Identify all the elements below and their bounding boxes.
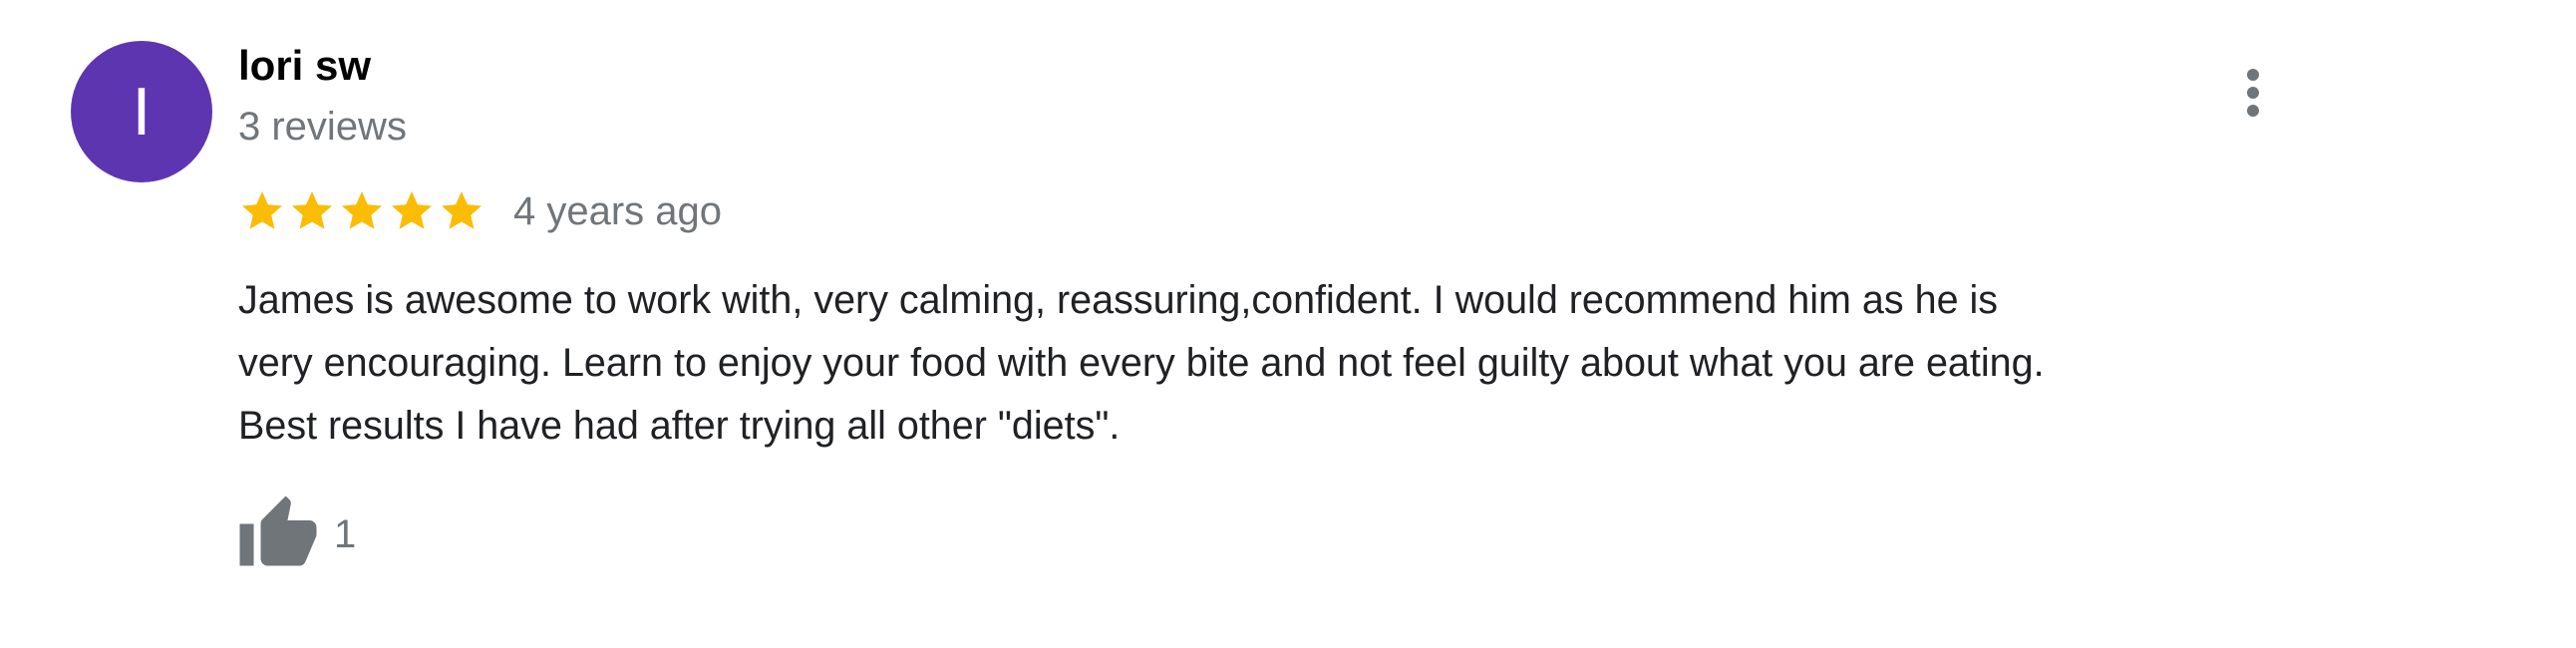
thumbs-up-icon: [239, 495, 317, 566]
star-icon: [342, 191, 382, 229]
review-time: 4 years ago: [513, 189, 723, 233]
like-count: 1: [334, 512, 357, 556]
star-icon: [442, 191, 482, 229]
more-vertical-icon: [2247, 69, 2259, 117]
star-rating: [238, 187, 485, 235]
reviewer-review-count[interactable]: 3 reviews: [238, 100, 407, 154]
like-button[interactable]: [236, 492, 320, 576]
star-icon: [292, 191, 332, 229]
review-text: James is awesome to work with, very calm…: [238, 278, 2045, 448]
more-options-button[interactable]: [2223, 60, 2283, 132]
avatar-initial: I: [132, 74, 152, 150]
review-card: I lori sw 3 reviews 4 years ago James is…: [0, 0, 2576, 648]
star-icon: [392, 191, 432, 229]
like-row: 1: [238, 492, 356, 576]
rating-row: 4 years ago: [238, 183, 722, 239]
avatar[interactable]: I: [71, 41, 212, 182]
reviewer-name[interactable]: lori sw: [238, 38, 371, 94]
star-icon: [242, 191, 282, 229]
